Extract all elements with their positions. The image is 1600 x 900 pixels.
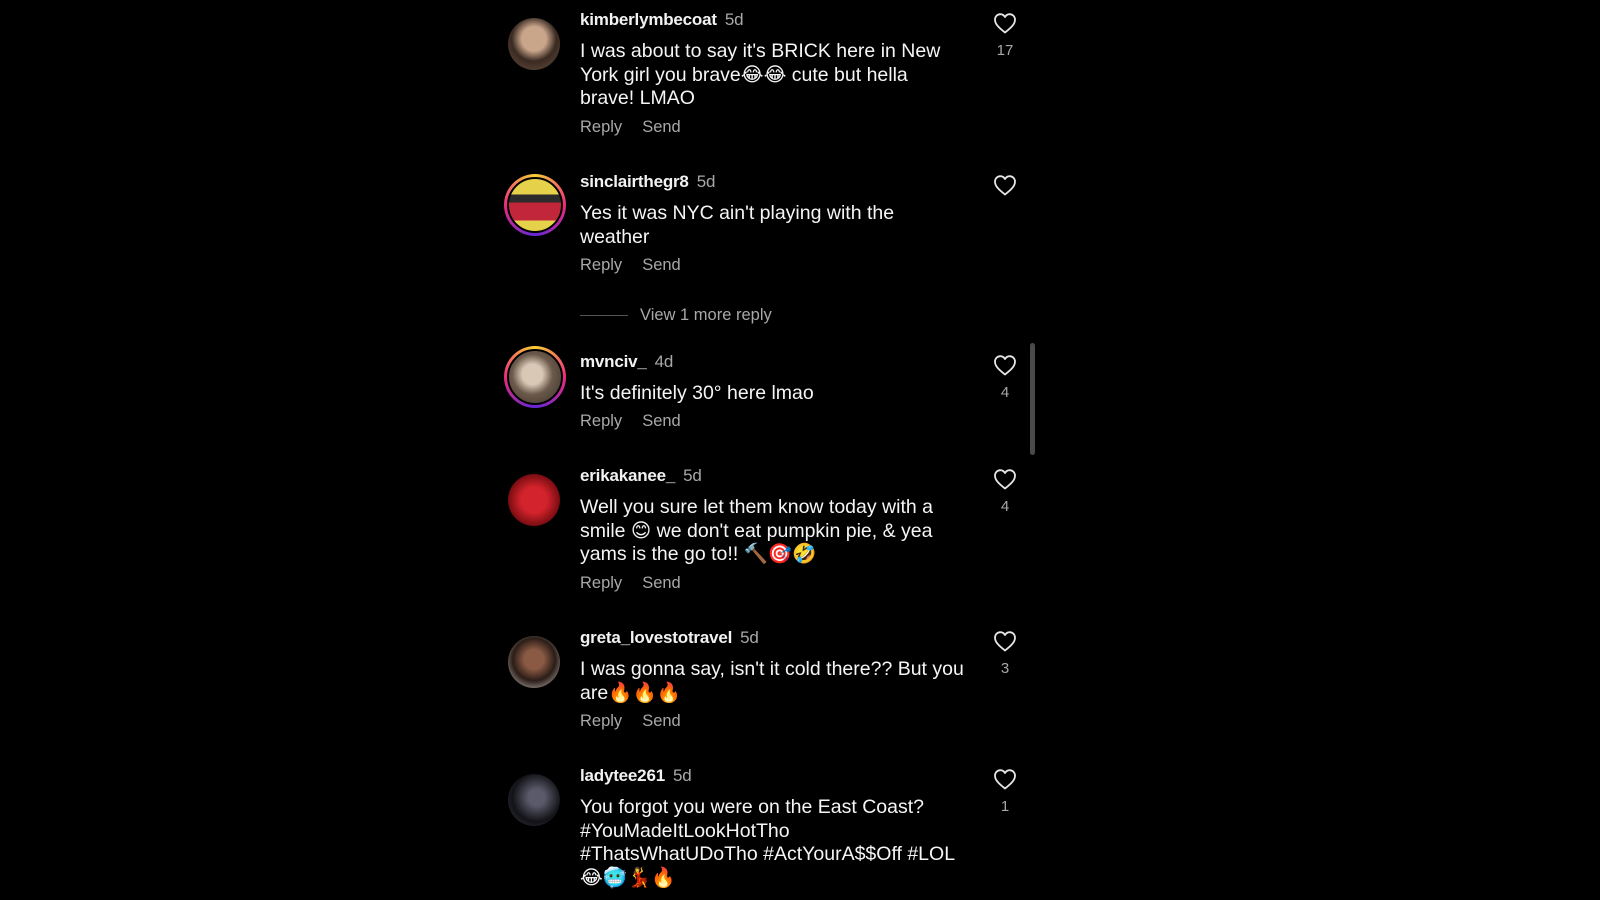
like-count: 1 <box>1000 798 1010 815</box>
comment-timestamp: 5d <box>672 766 692 785</box>
username-link[interactable]: mvnciv_ <box>580 352 647 371</box>
send-button[interactable]: Send <box>642 574 681 592</box>
avatar[interactable] <box>508 18 560 70</box>
comment-actions: Reply Send <box>580 256 701 275</box>
heart-icon[interactable] <box>993 174 1017 196</box>
comment-header: greta_lovestotravel 5d <box>580 628 759 648</box>
send-button[interactable]: Send <box>642 712 681 730</box>
comments-panel: kimberlymbecoat 5d I was about to say it'… <box>0 0 1600 900</box>
send-button[interactable]: Send <box>642 256 681 274</box>
username-link[interactable]: ladytee261 <box>580 766 665 785</box>
comment-header: mvnciv_ 4d <box>580 352 673 372</box>
comment-text: Well you sure let them know today with a… <box>580 496 939 565</box>
heart-icon[interactable] <box>993 468 1017 490</box>
comment-text: You forgot you were on the East Coast? #… <box>580 796 960 889</box>
send-button[interactable]: Send <box>642 118 681 136</box>
username-link[interactable]: sinclairthegr8 <box>580 172 689 191</box>
comment-actions: Reply Send <box>580 412 701 431</box>
comment-text: I was about to say it's BRICK here in Ne… <box>580 40 946 109</box>
comment-text: I was gonna say, isn't it cold there?? B… <box>580 658 970 704</box>
like-count: 4 <box>1000 384 1010 401</box>
comment-text: Yes it was NYC ain't playing with the we… <box>580 202 900 248</box>
avatar[interactable] <box>508 636 560 688</box>
heart-icon[interactable] <box>993 630 1017 652</box>
comment-actions: Reply Send <box>580 118 701 137</box>
comment-header: kimberlymbecoat 5d <box>580 10 744 30</box>
reply-button[interactable]: Reply <box>580 118 622 136</box>
like-control: 17 <box>980 12 1030 60</box>
avatar[interactable] <box>504 346 566 408</box>
like-control <box>980 174 1030 222</box>
comment-header: ladytee261 5d <box>580 766 692 786</box>
comment-timestamp: 5d <box>696 172 716 191</box>
avatar[interactable] <box>508 774 560 826</box>
like-control: 4 <box>980 354 1030 402</box>
reply-button[interactable]: Reply <box>580 256 622 274</box>
comment-header: erikakanee_ 5d <box>580 466 702 486</box>
username-link[interactable]: kimberlymbecoat <box>580 10 717 29</box>
like-count <box>980 204 1030 222</box>
divider <box>580 315 628 316</box>
like-count: 3 <box>1000 660 1010 677</box>
heart-icon[interactable] <box>993 354 1017 376</box>
like-control: 3 <box>980 630 1030 678</box>
like-count: 4 <box>1000 498 1010 515</box>
heart-icon[interactable] <box>993 12 1017 34</box>
scrollbar[interactable] <box>1030 343 1035 455</box>
avatar[interactable] <box>504 174 566 236</box>
send-button[interactable]: Send <box>642 412 681 430</box>
username-link[interactable]: greta_lovestotravel <box>580 628 732 647</box>
reply-button[interactable]: Reply <box>580 412 622 430</box>
reply-button[interactable]: Reply <box>580 712 622 730</box>
comment-timestamp: 5d <box>724 10 744 29</box>
reply-button[interactable]: Reply <box>580 574 622 592</box>
comment-actions: Reply Send <box>580 574 701 593</box>
like-control: 1 <box>980 768 1030 816</box>
avatar[interactable] <box>508 474 560 526</box>
heart-icon[interactable] <box>993 768 1017 790</box>
comment-timestamp: 5d <box>740 628 759 647</box>
comment-actions: Reply Send <box>580 712 701 731</box>
comment-text: It's definitely 30° here lmao <box>580 382 814 404</box>
view-more-label: View 1 more reply <box>640 306 772 324</box>
comment-timestamp: 5d <box>683 466 702 485</box>
view-more-replies-button[interactable]: View 1 more reply <box>580 306 772 325</box>
like-control: 4 <box>980 468 1030 516</box>
comment-header: sinclairthegr8 5d <box>580 172 715 192</box>
comment-timestamp: 4d <box>654 352 674 371</box>
like-count: 17 <box>996 42 1014 59</box>
username-link[interactable]: erikakanee_ <box>580 466 675 485</box>
